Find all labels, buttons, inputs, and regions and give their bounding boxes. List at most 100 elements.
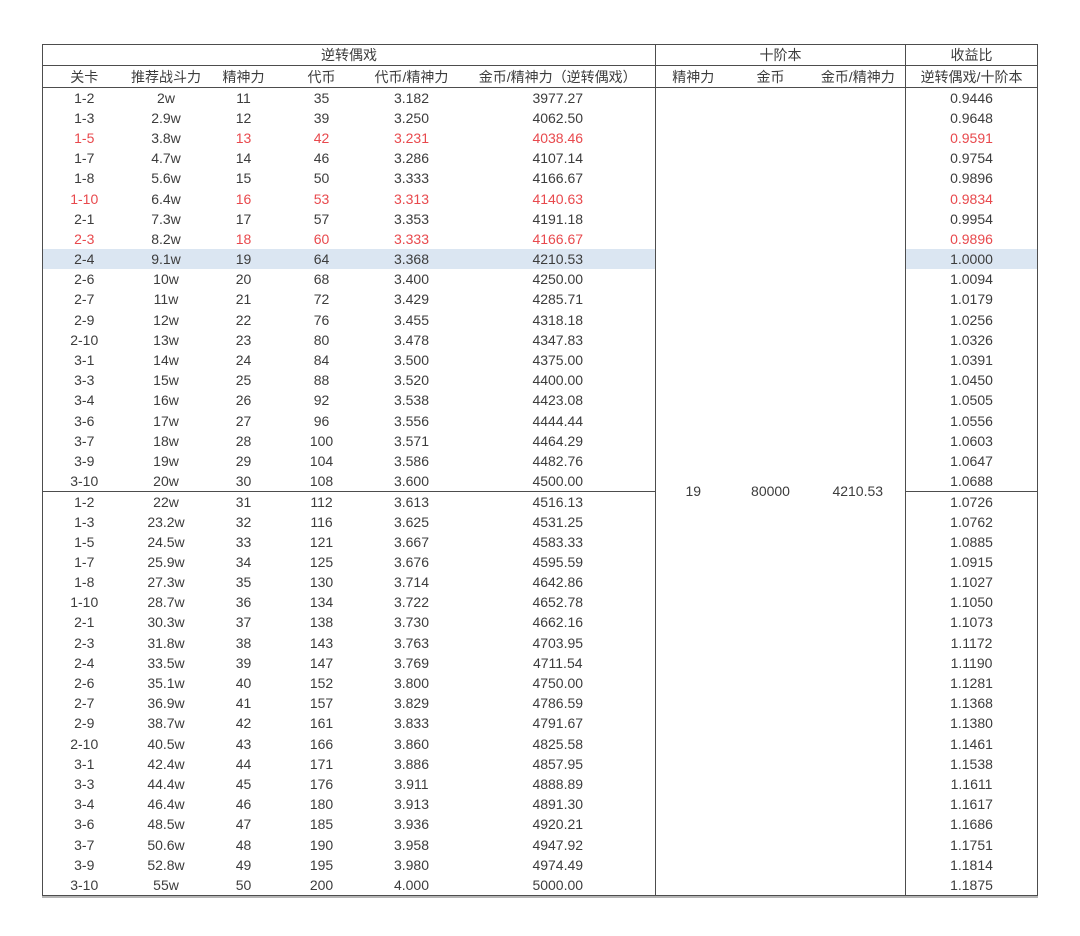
cell-token: 157 [309, 695, 334, 712]
cell-yield-ratio: 1.1686 [905, 814, 1038, 835]
cell-yield-ratio: 1.0505 [905, 390, 1038, 411]
cell-token-per-spirit: 3.182 [393, 89, 430, 106]
cell-power: 9.1w [125, 249, 207, 270]
cell-yield-ratio: 0.9896 [905, 168, 1038, 189]
cell-spirit: 15 [235, 170, 252, 187]
cell-stage: 1-5 [74, 533, 95, 550]
cell-token: 42 [313, 129, 330, 146]
cell-token-per-spirit: 3.250 [393, 109, 430, 126]
cell-power: 10w [153, 271, 179, 288]
cell-gold-per-spirit: 4642.86 [532, 574, 584, 591]
cell-token-per-spirit: 3.886 [393, 755, 430, 772]
cell-gold-per-spirit: 4107.14 [532, 150, 584, 167]
cell-yield-ratio: 1.0450 [905, 370, 1038, 391]
cell-token-per-spirit: 3.400 [393, 271, 430, 288]
cell-yield-ratio: 1.1073 [905, 612, 1038, 633]
cell-spirit: 14 [235, 150, 252, 167]
cell-yield-ratio: 1.0094 [905, 269, 1038, 290]
cell-spirit: 47 [235, 816, 252, 833]
cell-gold-per-spirit: 4888.89 [532, 775, 584, 792]
cell-stage: 1-10 [70, 594, 99, 611]
cell-token-per-spirit: 3.911 [394, 775, 429, 792]
cell-token-per-spirit: 3.478 [393, 331, 430, 348]
cell-token: 39 [313, 109, 330, 126]
cell-power: 50.6w [147, 836, 185, 853]
cell-gold-per-spirit: 4191.18 [532, 210, 584, 227]
col-header-t10-gold: 金币 [730, 65, 811, 88]
cell-spirit: 17 [235, 210, 252, 227]
cell-stage: 3-1 [74, 755, 95, 772]
cell-token: 112 [280, 490, 363, 512]
cell-gold-per-spirit: 4750.00 [532, 675, 584, 692]
cell-yield-ratio: 0.9834 [905, 188, 1038, 209]
sheet-canvas: 逆转偶戏 十阶本 收益比 关卡 推荐战斗力 精神力 代币 代币/精神力 金币/精… [0, 0, 1080, 936]
cell-token-per-spirit: 3.231 [393, 129, 430, 146]
cell-spirit: 40 [235, 675, 252, 692]
cell-token: 76 [313, 311, 330, 328]
cell-stage: 3-6 [74, 816, 95, 833]
cell-token-per-spirit: 3.455 [393, 311, 430, 328]
cell-spirit: 25 [235, 372, 252, 389]
cell-token: 88 [313, 372, 330, 389]
cell-gold-per-spirit: 4482.76 [532, 452, 584, 469]
cell-yield-ratio: 1.0915 [905, 551, 1038, 572]
cell-stage: 3-7 [74, 432, 95, 449]
cell-token-per-spirit: 3.333 [393, 230, 430, 247]
cell-power: 52.8w [147, 856, 185, 873]
cell-stage: 1-7 [74, 553, 95, 570]
cell-spirit: 39 [235, 654, 252, 671]
cell-power: 44.4w [147, 775, 185, 792]
cell-stage: 3-4 [74, 796, 95, 813]
tier10-gold-per-spirit-cell: 4210.53 [810, 87, 906, 895]
cell-power: 42.4w [147, 755, 185, 772]
cell-stage: 1-7 [74, 150, 95, 167]
cell-gold-per-spirit: 4825.58 [532, 735, 584, 752]
cell-token: 130 [309, 574, 334, 591]
cell-power: 23.2w [147, 513, 185, 530]
cell-spirit: 41 [235, 695, 252, 712]
cell-stage: 2-4 [74, 654, 95, 671]
cell-gold-per-spirit: 4166.67 [532, 170, 584, 187]
cell-gold-per-spirit: 5000.00 [532, 876, 584, 893]
cell-stage: 1-8 [74, 170, 95, 187]
cell-token: 96 [313, 412, 330, 429]
col-header-yield-ratio: 逆转偶戏/十阶本 [905, 65, 1038, 88]
cell-token-per-spirit: 3.936 [393, 816, 430, 833]
col-header-t10-gold-per-spirit: 金币/精神力 [810, 65, 906, 88]
cell-yield-ratio: 1.1368 [905, 693, 1038, 714]
cell-stage: 2-6 [74, 675, 95, 692]
cell-token-per-spirit: 3.500 [393, 352, 430, 369]
section-header-shijieben: 十阶本 [654, 44, 906, 66]
cell-power: 2.9w [151, 109, 181, 126]
cell-gold-per-spirit: 4464.29 [532, 432, 584, 449]
cell-power: 15w [153, 372, 179, 389]
cell-yield-ratio: 1.1617 [905, 794, 1038, 815]
cell-token-per-spirit: 3.571 [393, 432, 430, 449]
cell-gold-per-spirit: 4891.30 [532, 796, 584, 813]
cell-token-per-spirit: 3.538 [393, 392, 430, 409]
cell-token: 50 [313, 170, 330, 187]
cell-token: 116 [310, 513, 333, 530]
cell-yield-ratio: 1.1190 [905, 652, 1038, 673]
col-header-spirit: 精神力 [206, 65, 281, 88]
cell-yield-ratio: 0.9954 [905, 208, 1038, 229]
cell-spirit: 26 [235, 392, 252, 409]
cell-token: 147 [309, 654, 334, 671]
cell-token: 152 [309, 675, 334, 692]
cell-token: 60 [313, 230, 330, 247]
cell-yield-ratio: 0.9896 [905, 228, 1038, 249]
cell-yield-ratio: 1.0000 [905, 249, 1038, 270]
cell-stage: 3-1 [74, 352, 95, 369]
cell-yield-ratio: 1.1172 [905, 632, 1038, 653]
cell-gold-per-spirit: 4423.08 [532, 392, 584, 409]
cell-yield-ratio: 1.0391 [905, 349, 1038, 371]
cell-spirit: 22 [235, 311, 252, 328]
cell-stage: 3-3 [74, 372, 95, 389]
cell-spirit: 16 [235, 190, 252, 207]
cell-stage: 2-3 [74, 634, 95, 651]
cell-token: 64 [280, 249, 363, 270]
cell-stage: 2-4 [42, 249, 126, 270]
cell-gold-per-spirit: 4662.16 [532, 614, 584, 631]
cell-spirit: 32 [235, 513, 252, 530]
cell-power: 24.5w [147, 533, 185, 550]
